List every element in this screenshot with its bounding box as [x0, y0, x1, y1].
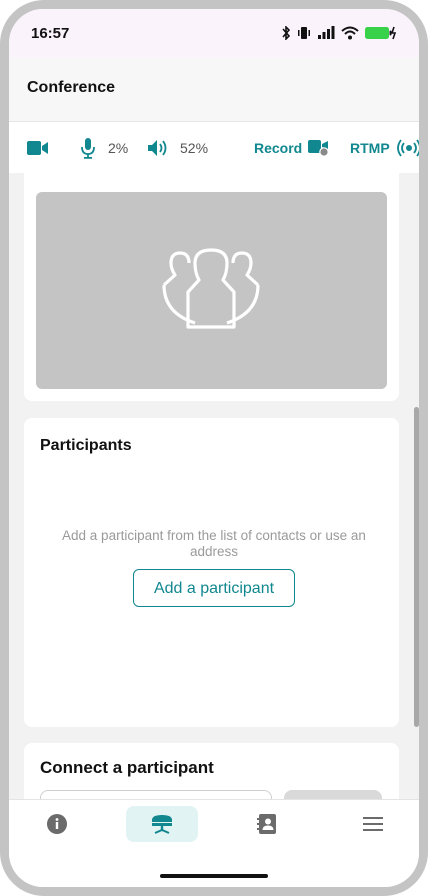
participants-card: Participants Add a participant from the …	[24, 418, 399, 727]
status-time: 16:57	[31, 25, 70, 42]
broadcast-icon	[397, 139, 419, 157]
rtmp-button[interactable]: RTMP	[350, 122, 390, 174]
record-toggle[interactable]	[308, 122, 330, 174]
speaker-level: 52%	[180, 140, 209, 156]
scrollbar-thumb[interactable]	[414, 407, 419, 727]
speaker-icon	[148, 140, 167, 156]
participants-title: Participants	[40, 437, 132, 454]
battery-charging-icon	[365, 26, 397, 40]
status-bar: 16:57	[9, 9, 419, 57]
connect-button[interactable]	[284, 790, 382, 799]
participant-address-input[interactable]	[40, 790, 272, 799]
nav-info[interactable]	[21, 806, 93, 842]
connect-card: Connect a participant	[24, 743, 399, 799]
video-card	[24, 173, 399, 401]
screen: 16:57 Conference 2% 52% Record RTMP Part…	[9, 9, 419, 887]
video-camera-icon	[27, 141, 48, 155]
broadcast-toggle[interactable]	[397, 122, 419, 174]
connect-title: Connect a participant	[40, 758, 214, 777]
video-record-icon	[308, 140, 329, 157]
camera-toggle[interactable]	[27, 122, 49, 174]
nav-contacts[interactable]	[231, 806, 303, 842]
participants-empty-message: Add a participant from the list of conta…	[62, 528, 366, 559]
device-frame: 16:57 Conference 2% 52% Record RTMP Part…	[0, 0, 428, 896]
bluetooth-icon	[282, 26, 291, 40]
video-placeholder	[36, 192, 387, 389]
nav-conference[interactable]	[126, 806, 198, 842]
nav-menu[interactable]	[337, 806, 409, 842]
info-icon	[47, 814, 67, 834]
vibrate-icon	[298, 27, 310, 39]
content-area: Participants Add a participant from the …	[9, 173, 419, 799]
page-title: Conference	[27, 79, 116, 96]
add-participant-button[interactable]: Add a participant	[133, 569, 295, 607]
home-indicator[interactable]	[160, 874, 268, 878]
mic-level: 2%	[108, 140, 129, 156]
menu-icon	[363, 817, 383, 831]
group-icon	[162, 248, 260, 329]
microphone-toggle[interactable]	[80, 122, 96, 174]
app-bar: Conference	[9, 57, 419, 121]
microphone-icon	[81, 138, 95, 159]
speaker-toggle[interactable]	[147, 122, 169, 174]
record-button[interactable]: Record	[254, 122, 302, 174]
status-icons	[281, 26, 397, 40]
conference-icon	[152, 815, 172, 834]
wifi-icon	[341, 26, 359, 40]
signal-icon	[318, 26, 335, 39]
conference-toolbar: 2% 52% Record RTMP	[9, 121, 419, 173]
contacts-icon	[257, 814, 276, 834]
